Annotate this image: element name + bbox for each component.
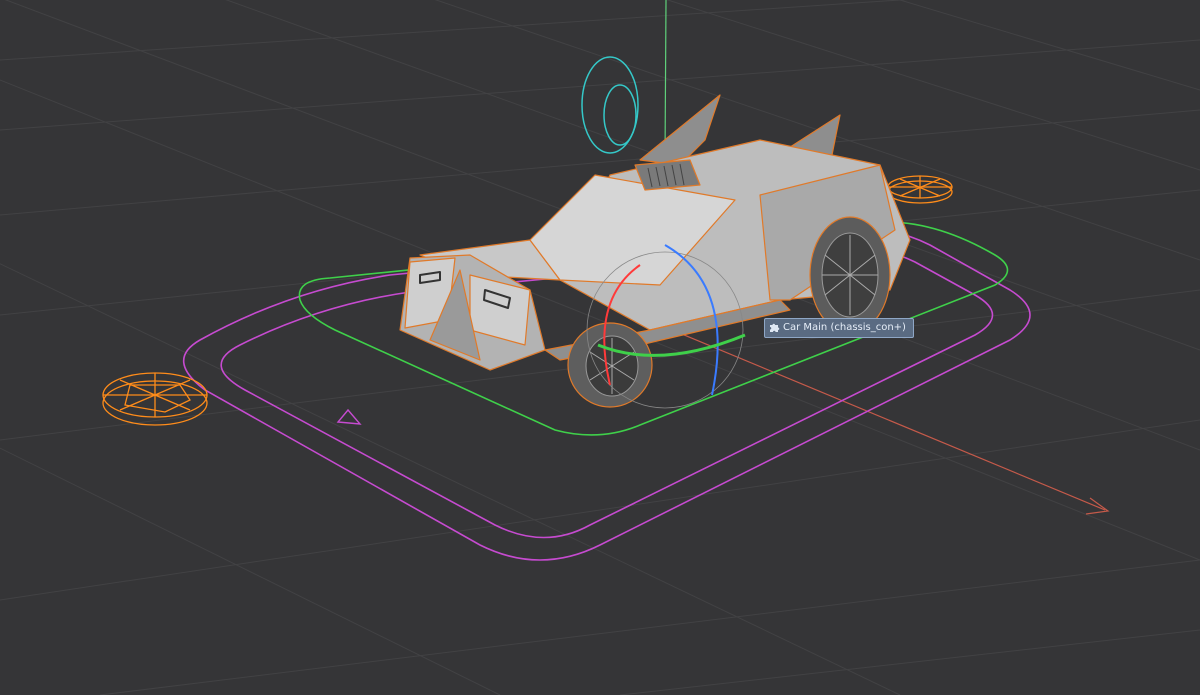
wheel-control-right[interactable] (887, 175, 953, 204)
object-hover-label: Car Main (chassis_con+) (764, 318, 914, 338)
puzzle-piece-icon (770, 323, 780, 332)
car-model[interactable] (399, 94, 911, 408)
x-axis-arrow-icon (1085, 497, 1110, 515)
object-hover-label-text: Car Main (chassis_con+) (783, 322, 906, 333)
3d-viewport[interactable]: Car Main (chassis_con+) (0, 0, 1200, 695)
wheel-control-left[interactable] (102, 372, 208, 426)
direction-triangle-icon (336, 408, 362, 425)
viewport-canvas[interactable] (0, 0, 1200, 695)
